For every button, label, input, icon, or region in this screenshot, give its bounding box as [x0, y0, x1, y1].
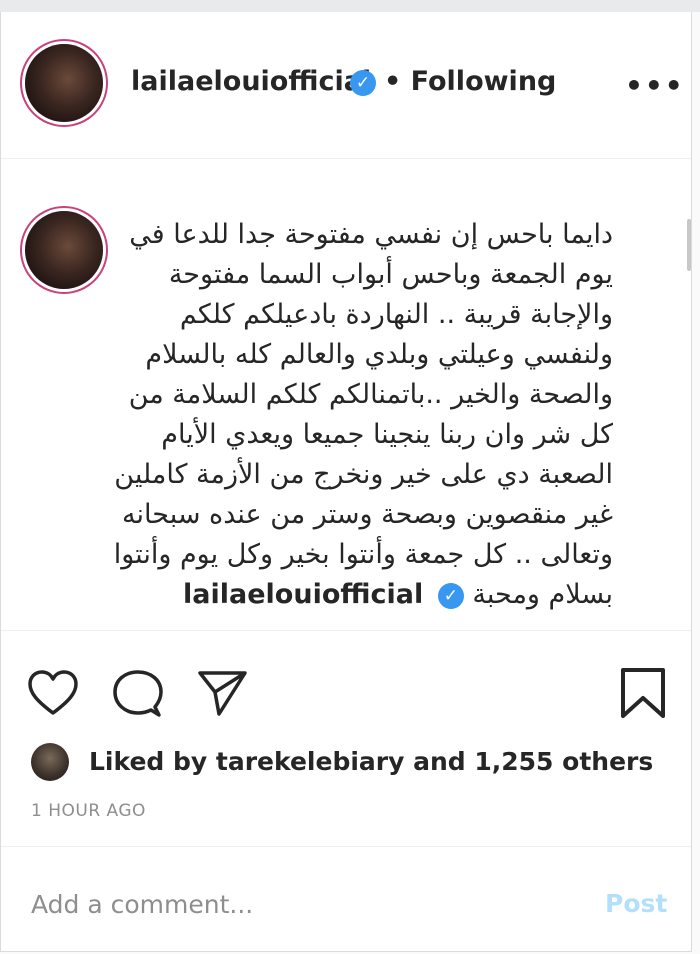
share-icon[interactable] — [197, 669, 249, 717]
bookmark-icon[interactable] — [619, 667, 667, 719]
more-options-icon[interactable]: ••• — [625, 72, 685, 100]
post-card: lailaelouiofficial ✓ • Following ••• داي… — [0, 12, 692, 952]
liker-avatar[interactable] — [31, 743, 69, 781]
caption-area: دايما باحس إن نفسي مفتوحة جدا للدعا في ي… — [1, 159, 691, 629]
verified-badge-icon: ✓ — [350, 70, 376, 96]
window-top-strip — [0, 0, 700, 12]
comment-box: Post — [1, 846, 691, 953]
author-avatar[interactable] — [25, 44, 103, 122]
caption-text: دايما باحس إن نفسي مفتوحة جدا للدعا في ي… — [109, 215, 613, 615]
caption-username[interactable]: lailaelouiofficial — [183, 579, 423, 610]
heart-icon[interactable] — [27, 669, 79, 717]
caption-verified-icon: ✓ — [437, 582, 464, 609]
likes-text[interactable]: Liked by tarekelebiary and 1,255 others — [89, 747, 653, 776]
caption-scrollbar[interactable] — [687, 219, 691, 271]
comment-input[interactable] — [29, 883, 573, 925]
following-status[interactable]: • Following — [384, 66, 556, 97]
post-actions: Liked by tarekelebiary and 1,255 others … — [1, 630, 691, 847]
post-timestamp[interactable]: 1 HOUR AGO — [31, 801, 146, 821]
post-comment-button[interactable]: Post — [605, 889, 667, 918]
author-username[interactable]: lailaelouiofficial — [131, 66, 371, 97]
caption-author-avatar[interactable] — [25, 211, 103, 289]
caption-body: دايما باحس إن نفسي مفتوحة جدا للدعا في ي… — [113, 219, 613, 610]
comment-icon[interactable] — [111, 669, 163, 719]
post-header: lailaelouiofficial ✓ • Following ••• — [1, 12, 691, 159]
